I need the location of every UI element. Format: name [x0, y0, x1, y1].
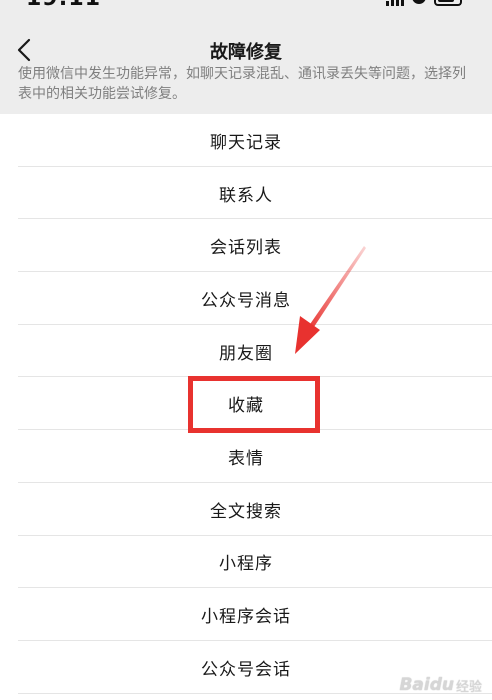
- menu-item-label: 聊天记录: [210, 132, 282, 153]
- menu-item-label: 会话列表: [210, 238, 282, 259]
- watermark-text: Baidu: [399, 675, 454, 695]
- menu-item-mini-programs[interactable]: 小程序: [0, 536, 492, 589]
- baidu-watermark: Baidu 经验: [399, 670, 482, 700]
- menu-item-label: 小程序: [219, 554, 273, 575]
- description-text: 使用微信中发生功能异常，如聊天记录混乱、通讯录丢失等问题，选择列表中的相关功能尝…: [18, 66, 466, 102]
- battery-icon: [434, 0, 462, 6]
- status-bar: 19:11: [0, 0, 492, 26]
- menu-item-label: 收藏: [228, 396, 264, 417]
- status-time: 19:11: [26, 0, 101, 11]
- menu-item-full-text-search[interactable]: 全文搜索: [0, 483, 492, 536]
- menu-item-favorites[interactable]: 收藏: [0, 377, 492, 430]
- menu-item-label: 全文搜索: [210, 501, 282, 522]
- repair-menu-list: 聊天记录 联系人 会话列表 公众号消息 朋友圈 收藏 表情 全文搜索 小程序 小…: [0, 114, 492, 700]
- wifi-icon: [412, 0, 426, 4]
- page-title: 故障修复: [210, 42, 282, 63]
- menu-item-label: 朋友圈: [219, 343, 273, 364]
- menu-item-label: 表情: [228, 448, 264, 469]
- menu-item-label: 公众号消息: [201, 290, 291, 311]
- menu-item-label: 联系人: [219, 185, 273, 206]
- menu-item-conversation-list[interactable]: 会话列表: [0, 219, 492, 272]
- menu-item-moments[interactable]: 朋友圈: [0, 325, 492, 378]
- menu-item-contacts[interactable]: 联系人: [0, 167, 492, 220]
- signal-icon: [386, 0, 404, 6]
- watermark-sub: 经验: [455, 679, 482, 695]
- menu-item-chat-history[interactable]: 聊天记录: [0, 114, 492, 167]
- menu-item-mini-program-sessions[interactable]: 小程序会话: [0, 588, 492, 641]
- status-icons: [386, 0, 462, 6]
- menu-item-official-account-messages[interactable]: 公众号消息: [0, 272, 492, 325]
- menu-item-label: 公众号会话: [201, 659, 291, 680]
- menu-item-stickers[interactable]: 表情: [0, 430, 492, 483]
- menu-item-label: 小程序会话: [201, 607, 291, 628]
